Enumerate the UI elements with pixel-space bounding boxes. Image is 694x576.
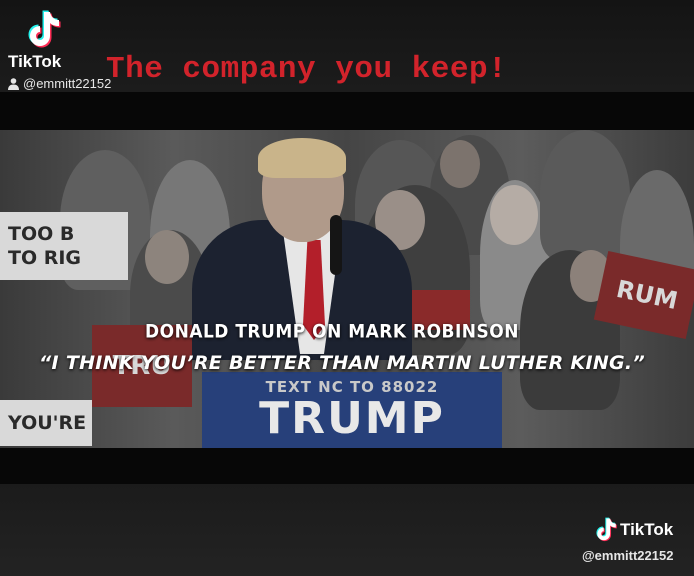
letterbox-top <box>0 92 694 130</box>
caption-title: DONALD TRUMP ON MARK ROBINSON <box>145 321 519 343</box>
video-frame[interactable]: TOO B TO RIG TRU YOU'RE RUM TEXT NC TO 8… <box>0 130 694 448</box>
crowd-face <box>490 185 538 245</box>
letterbox-bottom <box>0 448 694 484</box>
tiktok-logo-icon <box>596 517 617 542</box>
username-text: @emmitt22152 <box>23 76 112 91</box>
sign-text: YOU'RE <box>8 412 87 434</box>
sign-left-bottom: YOU'RE <box>0 400 92 446</box>
tiktok-user-bottom: @emmitt22152 <box>582 548 674 563</box>
sign-text: TOO B <box>8 223 75 245</box>
crowd-person <box>540 130 630 260</box>
sign-text: RUM <box>613 274 681 316</box>
tiktok-user-top: @emmitt22152 <box>8 76 111 91</box>
tiktok-brand-bottom: TikTok <box>620 520 674 539</box>
tiktok-brand-top: TikTok <box>8 52 62 71</box>
crowd-face <box>145 230 189 284</box>
podium-sign: TEXT NC TO 88022 TRUMP <box>202 372 502 448</box>
microphone <box>330 215 342 275</box>
tiktok-logo-icon <box>28 10 61 48</box>
sign-text: TO RIG <box>8 247 82 269</box>
sign-left-top: TOO B TO RIG <box>0 212 128 280</box>
person-icon <box>8 77 19 90</box>
headline-text: The company you keep! <box>106 52 508 87</box>
podium-big-text: TRUMP <box>259 393 445 444</box>
crowd-face <box>440 140 480 188</box>
speaker-hair <box>258 138 346 178</box>
caption-quote: “I THINK YOU’RE BETTER THAN MARTIN LUTHE… <box>39 352 645 374</box>
